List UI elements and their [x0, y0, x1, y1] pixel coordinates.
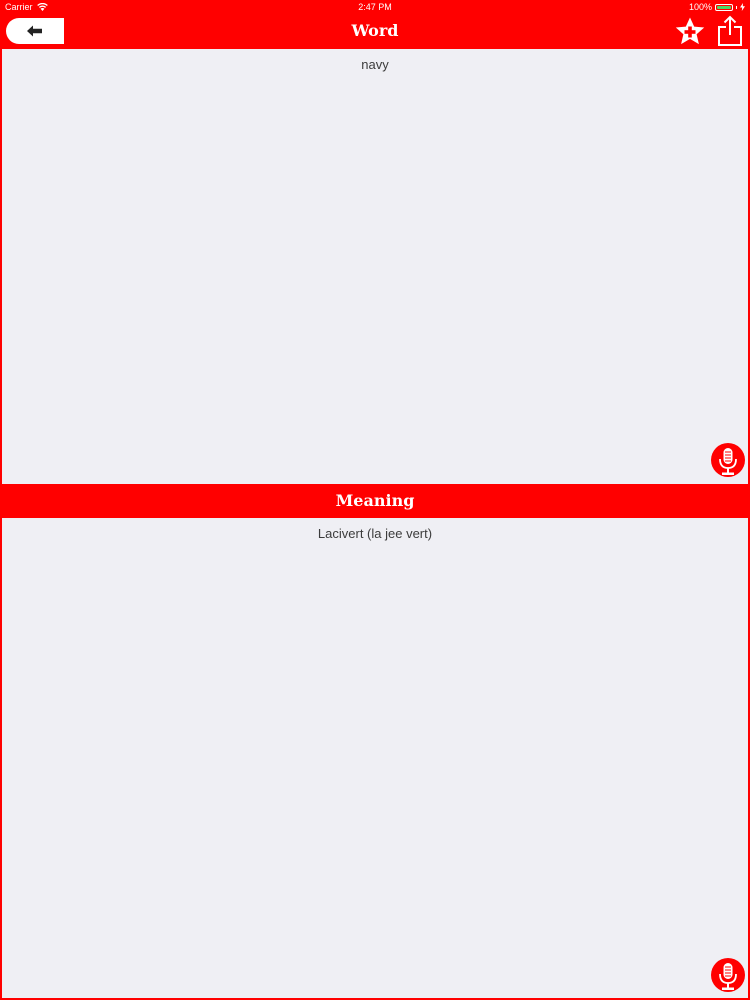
- microphone-icon: [711, 443, 745, 477]
- navigation-bar: Word: [0, 14, 750, 48]
- battery-percent: 100%: [688, 2, 712, 12]
- share-button[interactable]: [714, 15, 746, 47]
- add-favorite-button[interactable]: [674, 16, 706, 48]
- microphone-icon: [711, 958, 745, 992]
- battery-fill: [717, 5, 731, 9]
- charging-icon: [740, 3, 745, 11]
- share-icon: [718, 15, 742, 46]
- meaning-text: Lacivert (la jee vert): [317, 526, 433, 541]
- word-text: navy: [361, 57, 389, 72]
- page-title: Word: [351, 21, 399, 40]
- battery-tip: [736, 5, 737, 9]
- status-time: 2:47 PM: [358, 2, 392, 12]
- speak-meaning-button[interactable]: [710, 958, 746, 994]
- meaning-header: Meaning: [0, 484, 750, 518]
- meaning-panel: Lacivert (la jee vert): [2, 518, 748, 998]
- status-right: 100%: [689, 0, 745, 14]
- star-plus-icon: [675, 17, 705, 45]
- speak-word-button[interactable]: [710, 443, 746, 479]
- word-panel: navy: [2, 49, 748, 484]
- word-detail-screen: Carrier 2:47 PM 100% Word navy Meaning L…: [0, 0, 750, 1000]
- status-bar: Carrier 2:47 PM 100%: [0, 0, 750, 14]
- battery-icon: [715, 3, 733, 11]
